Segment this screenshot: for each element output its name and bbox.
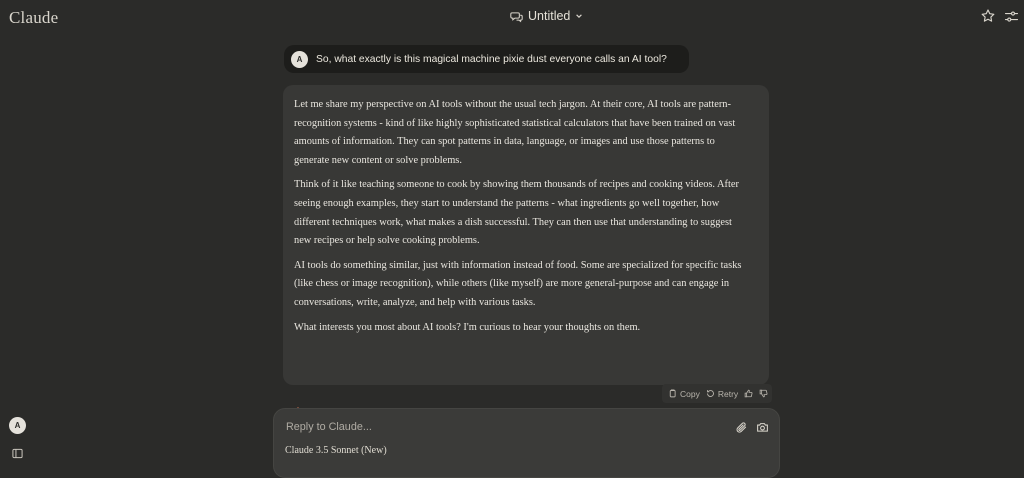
assistant-paragraph: AI tools do something similar, just with… — [294, 259, 742, 308]
star-icon — [980, 9, 996, 28]
assistant-paragraph: Think of it like teaching someone to coo… — [294, 179, 739, 247]
sidebar-toggle-button[interactable] — [12, 446, 23, 464]
attach-button[interactable] — [735, 421, 748, 439]
assistant-message: Let me share my perspective on AI tools … — [283, 85, 769, 385]
thumbs-up-button[interactable] — [744, 389, 753, 398]
retry-icon — [706, 389, 715, 398]
retry-button[interactable]: Retry — [706, 389, 738, 399]
reply-composer: Claude 3.5 Sonnet (New) — [273, 408, 780, 478]
thumbs-down-button[interactable] — [759, 389, 768, 398]
conversation-title-menu[interactable]: Untitled — [510, 9, 583, 23]
chat-bubbles-icon — [510, 10, 523, 23]
user-avatar: A — [291, 50, 308, 68]
copy-button[interactable]: Copy — [668, 389, 700, 399]
sliders-icon — [1004, 11, 1019, 28]
assistant-paragraph: What interests you most about AI tools? … — [294, 321, 641, 333]
conversation-title: Untitled — [528, 9, 571, 23]
thumbs-down-icon — [759, 389, 768, 398]
account-avatar[interactable]: A — [9, 417, 26, 434]
paperclip-icon — [735, 421, 748, 438]
copy-icon — [668, 389, 677, 398]
chat-settings-button[interactable] — [1004, 9, 1019, 29]
retry-label: Retry — [717, 388, 739, 399]
sidebar-toggle-icon — [12, 446, 23, 463]
user-message: A So, what exactly is this magical machi… — [284, 45, 689, 73]
chevron-down-icon — [575, 12, 583, 20]
camera-button[interactable] — [756, 421, 769, 439]
assistant-paragraph: Let me share my perspective on AI tools … — [294, 99, 736, 166]
reply-input[interactable] — [284, 420, 704, 434]
camera-icon — [756, 421, 769, 438]
top-bar: Claude Untitled — [0, 0, 1024, 36]
thumbs-up-icon — [744, 389, 753, 398]
model-selector[interactable]: Claude 3.5 Sonnet (New) — [285, 445, 387, 456]
copy-label: Copy — [680, 388, 700, 399]
message-actions: Copy Retry — [662, 384, 772, 403]
app-logo[interactable]: Claude — [9, 8, 58, 28]
user-message-text: So, what exactly is this magical machine… — [316, 53, 667, 65]
star-button[interactable] — [980, 8, 996, 29]
